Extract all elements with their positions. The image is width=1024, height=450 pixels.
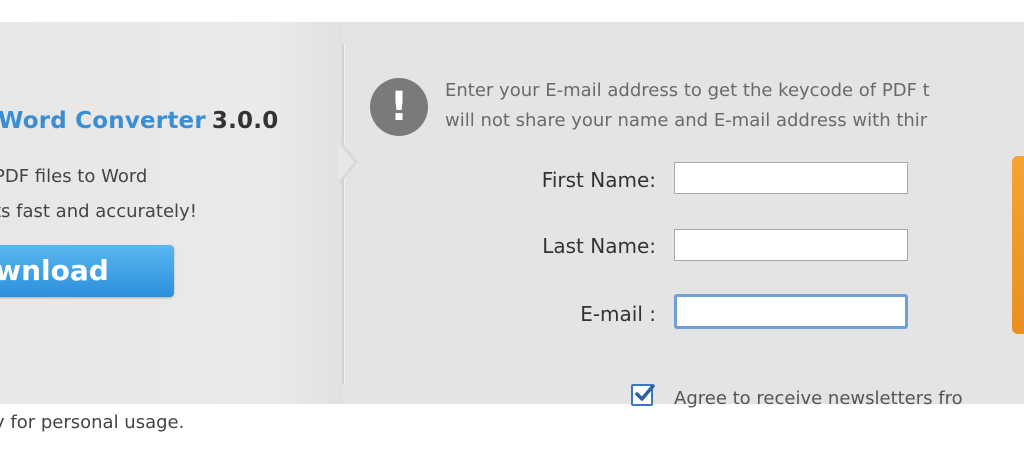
checkmark-icon — [635, 384, 655, 401]
first-name-field[interactable] — [674, 162, 908, 194]
notice-line2: will not share your name and E-mail addr… — [445, 110, 928, 131]
first-name-label: First Name: — [541, 168, 656, 192]
newsletter-label: Agree to receive newsletters fro — [674, 388, 963, 409]
footer-note: y for personal usage. — [0, 412, 185, 433]
product-version: 3.0.0 — [211, 108, 279, 134]
download-button[interactable]: ownload — [0, 245, 174, 297]
exclamation-circle-icon: ! — [370, 78, 428, 136]
product-pane: Word Converter 3.0.0 PDF files to Word ts… — [0, 22, 342, 404]
product-name: Word Converter — [0, 108, 206, 134]
product-description-line2: ts fast and accurately! — [0, 201, 197, 222]
download-button-label: ownload — [0, 254, 109, 287]
pane-divider — [342, 44, 345, 384]
email-label: E-mail : — [580, 302, 656, 326]
submit-button-edge[interactable] — [1012, 156, 1024, 334]
registration-panel: Word Converter 3.0.0 PDF files to Word ts… — [0, 22, 1024, 409]
product-description-line1: PDF files to Word — [0, 166, 148, 187]
newsletter-checkbox[interactable] — [631, 384, 655, 406]
divider-arrow-inner — [338, 142, 354, 182]
notice-line1: Enter your E-mail address to get the key… — [445, 80, 930, 101]
last-name-label: Last Name: — [542, 234, 656, 258]
product-title: Word Converter 3.0.0 — [0, 108, 278, 134]
email-field[interactable] — [674, 294, 908, 329]
last-name-field[interactable] — [674, 229, 908, 261]
